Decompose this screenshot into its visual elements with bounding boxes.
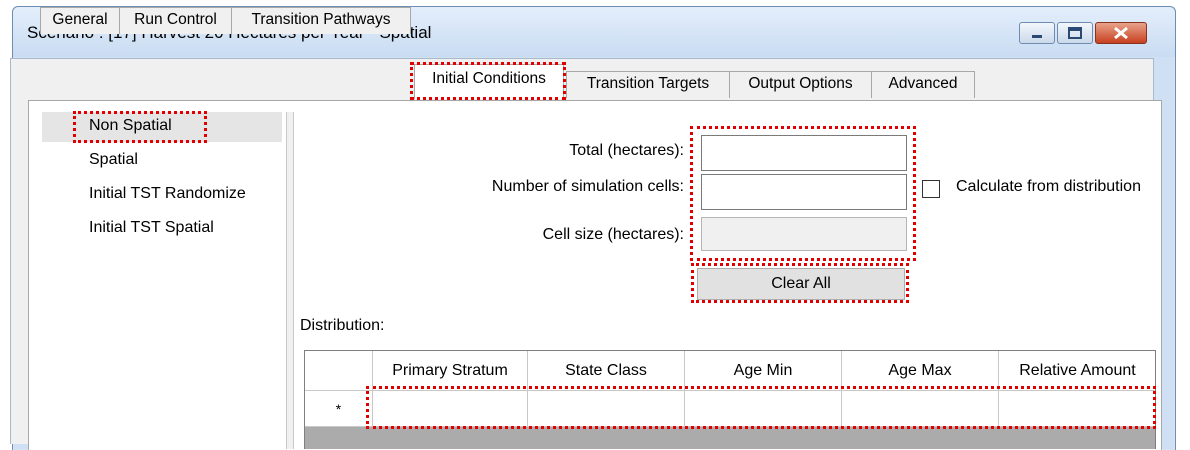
maximize-button[interactable] bbox=[1057, 22, 1093, 44]
calculate-from-distribution-label: Calculate from distribution bbox=[956, 178, 1141, 195]
tab-advanced[interactable]: Advanced bbox=[871, 71, 975, 98]
nav-item-spatial[interactable]: Spatial bbox=[42, 146, 282, 176]
cell-relative-amount[interactable] bbox=[999, 391, 1155, 427]
simulation-cells-input[interactable] bbox=[701, 174, 907, 210]
nav-item-initial-tst-randomize[interactable]: Initial TST Randomize bbox=[42, 180, 282, 210]
tab-transition-targets[interactable]: Transition Targets bbox=[566, 71, 730, 98]
tab-initial-conditions[interactable]: Initial Conditions bbox=[414, 64, 564, 99]
tab-label: Advanced bbox=[888, 75, 958, 92]
tab-label: Transition Targets bbox=[586, 75, 710, 92]
close-button[interactable] bbox=[1095, 22, 1147, 44]
tab-label: Output Options bbox=[748, 75, 853, 92]
column-header-age-min[interactable]: Age Min bbox=[685, 351, 842, 391]
splitter[interactable] bbox=[286, 112, 294, 449]
column-header-relative-amount[interactable]: Relative Amount bbox=[999, 351, 1155, 391]
nav-item-initial-tst-spatial[interactable]: Initial TST Spatial bbox=[42, 214, 282, 244]
cell-size-label: Cell size (hectares): bbox=[542, 226, 684, 243]
total-hectares-label: Total (hectares): bbox=[569, 142, 684, 159]
calculate-from-distribution-checkbox[interactable] bbox=[922, 180, 940, 198]
tab-general[interactable]: General bbox=[40, 7, 120, 34]
clear-all-button[interactable]: Clear All bbox=[697, 268, 905, 300]
cell-age-min[interactable] bbox=[685, 391, 842, 427]
column-header-primary-stratum[interactable]: Primary Stratum bbox=[373, 351, 528, 391]
cell-primary-stratum[interactable] bbox=[373, 391, 528, 427]
maximize-icon bbox=[1068, 27, 1082, 39]
column-header-state-class[interactable]: State Class bbox=[528, 351, 685, 391]
tab-label: Transition Pathways bbox=[251, 11, 391, 28]
nav-item-label: Initial TST Spatial bbox=[89, 219, 214, 236]
cell-state-class[interactable] bbox=[528, 391, 685, 427]
tab-output-options[interactable]: Output Options bbox=[729, 71, 872, 98]
tab-label: Run Control bbox=[134, 11, 217, 28]
minimize-button[interactable] bbox=[1019, 22, 1055, 44]
tab-run-control[interactable]: Run Control bbox=[119, 7, 232, 34]
tab-label: Initial Conditions bbox=[432, 70, 546, 87]
cell-age-max[interactable] bbox=[842, 391, 999, 427]
simulation-cells-label: Number of simulation cells: bbox=[491, 178, 684, 195]
nav-item-label: Spatial bbox=[89, 151, 138, 168]
close-icon bbox=[1114, 26, 1128, 40]
nav-item-label: Initial TST Randomize bbox=[89, 185, 246, 202]
nav-item-non-spatial[interactable]: Non Spatial bbox=[42, 112, 282, 142]
total-hectares-input[interactable] bbox=[701, 135, 907, 171]
cell-size-input bbox=[701, 217, 907, 251]
nav-item-label: Non Spatial bbox=[89, 117, 172, 134]
column-header-age-max[interactable]: Age Max bbox=[842, 351, 999, 391]
tab-transition-pathways[interactable]: Transition Pathways bbox=[231, 7, 411, 34]
distribution-grid[interactable]: Primary Stratum State Class Age Min Age … bbox=[304, 350, 1156, 449]
distribution-label: Distribution: bbox=[300, 317, 385, 334]
minimize-icon bbox=[1032, 35, 1042, 38]
new-row-marker[interactable]: * bbox=[305, 391, 373, 427]
tab-label: General bbox=[52, 11, 108, 28]
row-header-corner bbox=[305, 351, 373, 391]
